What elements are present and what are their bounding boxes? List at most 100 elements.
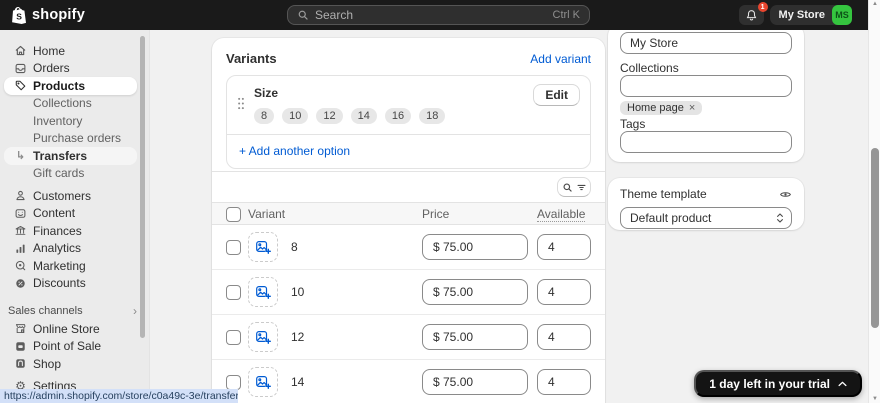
tags-label: Tags [620,117,646,131]
remove-tag-icon[interactable]: × [689,102,695,114]
price-input[interactable] [422,369,528,395]
scrollbar-thumb[interactable] [871,148,879,328]
sidebar-item-transfers[interactable]: ↳ Transfers [4,147,137,165]
add-image-button[interactable] [248,277,278,307]
sidebar-item-label: Online Store [33,321,100,336]
row-checkbox[interactable] [226,375,241,390]
option-value-pill: 18 [419,108,446,124]
topbar: S shopify Search Ctrl K 1 My Store MS [0,0,868,30]
sidebar-item-label: Point of Sale [33,339,102,354]
collection-tag-label: Home page [627,102,684,114]
filter-icon [576,182,587,193]
add-image-button[interactable] [248,367,278,397]
shopify-wordmark: shopify [32,7,85,23]
available-input[interactable] [537,234,591,260]
drag-handle-icon[interactable] [234,97,248,124]
sidebar-item-finances[interactable]: Finances [4,222,137,240]
sales-channels-label: Sales channels [8,304,83,317]
notification-badge: 1 [757,2,768,12]
global-search-input[interactable]: Search Ctrl K [287,5,590,25]
finances-bank-icon [13,223,28,238]
store-name: My Store [778,9,825,21]
available-input[interactable] [537,369,591,395]
collection-tag: Home page × [620,101,703,115]
eye-icon[interactable] [779,188,792,201]
sidebar-item-shop[interactable]: Shop [4,355,137,373]
scroll-up-arrow[interactable]: ▲ [869,1,880,7]
collections-input[interactable] [620,75,792,97]
add-another-option-link[interactable]: + Add another option [227,135,590,168]
theme-template-select[interactable]: Default product [620,207,792,229]
chevron-right-icon: › [133,303,137,318]
sales-channels-header[interactable]: Sales channels › [8,303,137,318]
price-input[interactable] [422,234,528,260]
organization-card: Collections Home page × Tags [608,24,804,162]
available-input[interactable] [537,279,591,305]
available-input[interactable] [537,324,591,350]
option-name: Size [254,86,279,100]
notifications-button[interactable]: 1 [738,2,768,25]
sidebar-nav: Home Orders Products Collections Invento… [0,30,150,403]
sidebar-item-label: Analytics [33,241,82,256]
sidebar-item-online-store[interactable]: Online Store [4,320,137,338]
variant-size-label: 14 [291,375,305,389]
edit-option-button[interactable]: Edit [533,84,580,106]
sidebar-item-purchase-orders[interactable]: Purchase orders [4,130,137,148]
sidebar-item-discounts[interactable]: Discounts [4,275,137,293]
tags-input[interactable] [620,131,792,153]
sidebar-item-point-of-sale[interactable]: Point of Sale [4,338,137,356]
sidebar-item-inventory[interactable]: Inventory [4,112,137,130]
price-input[interactable] [422,279,528,305]
add-image-button[interactable] [248,232,278,262]
store-menu-button[interactable]: My Store MS [769,5,852,25]
sidebar-item-marketing[interactable]: Marketing [4,257,137,275]
row-checkbox[interactable] [226,330,241,345]
sidebar-item-collections[interactable]: Collections [4,95,137,113]
sidebar-item-gift-cards[interactable]: Gift cards [4,165,137,183]
theme-template-label: Theme template [620,187,707,201]
add-variant-link[interactable]: Add variant [530,52,591,66]
sidebar-item-content[interactable]: Content [4,205,137,223]
column-header-price[interactable]: Price [422,207,449,221]
shopify-logo[interactable]: S shopify [12,0,85,30]
sidebar-item-customers[interactable]: Customers [4,187,137,205]
bell-icon [745,9,758,22]
row-checkbox[interactable] [226,285,241,300]
sidebar-scrollbar[interactable] [140,36,145,338]
select-all-checkbox[interactable] [226,207,241,222]
sidebar-item-label: Shop [33,356,62,371]
store-field-input[interactable] [620,32,792,54]
price-input[interactable] [422,324,528,350]
option-value-pill: 12 [316,108,343,124]
sidebar-item-label: Purchase orders [33,131,122,146]
sidebar-item-analytics[interactable]: Analytics [4,240,137,258]
shop-app-icon [13,356,28,371]
sidebar-item-orders[interactable]: Orders [4,60,137,78]
option-value-pill: 14 [350,108,377,124]
nested-arrow-icon: ↳ [15,150,26,163]
browser-scrollbar[interactable]: ▲ ▼ [868,0,880,403]
content-icon [13,206,28,221]
sidebar-item-label: Finances [33,223,82,238]
row-checkbox[interactable] [226,240,241,255]
table-row: 12 [212,315,605,360]
store-avatar: MS [832,5,852,25]
sidebar-item-label: Customers [33,188,92,203]
sidebar-item-products[interactable]: Products [4,77,137,95]
scroll-down-arrow[interactable]: ▼ [869,396,880,402]
option-box: Size 8 10 12 14 16 18 Edit + Add another… [226,75,591,169]
option-value-pill: 10 [282,108,309,124]
trial-countdown-button[interactable]: 1 day left in your trial [694,370,862,397]
customers-icon [13,188,28,203]
sidebar-item-label: Marketing [33,258,86,273]
variants-card-title: Variants [226,51,277,66]
sidebar-item-label: Content [33,206,76,221]
orders-icon [13,61,28,76]
search-placeholder: Search [315,8,354,22]
search-filter-button[interactable] [557,177,591,197]
column-header-variant[interactable]: Variant [248,207,285,221]
column-header-available[interactable]: Available [537,207,586,222]
add-image-button[interactable] [248,322,278,352]
analytics-bars-icon [13,241,28,256]
sidebar-item-home[interactable]: Home [4,42,137,60]
